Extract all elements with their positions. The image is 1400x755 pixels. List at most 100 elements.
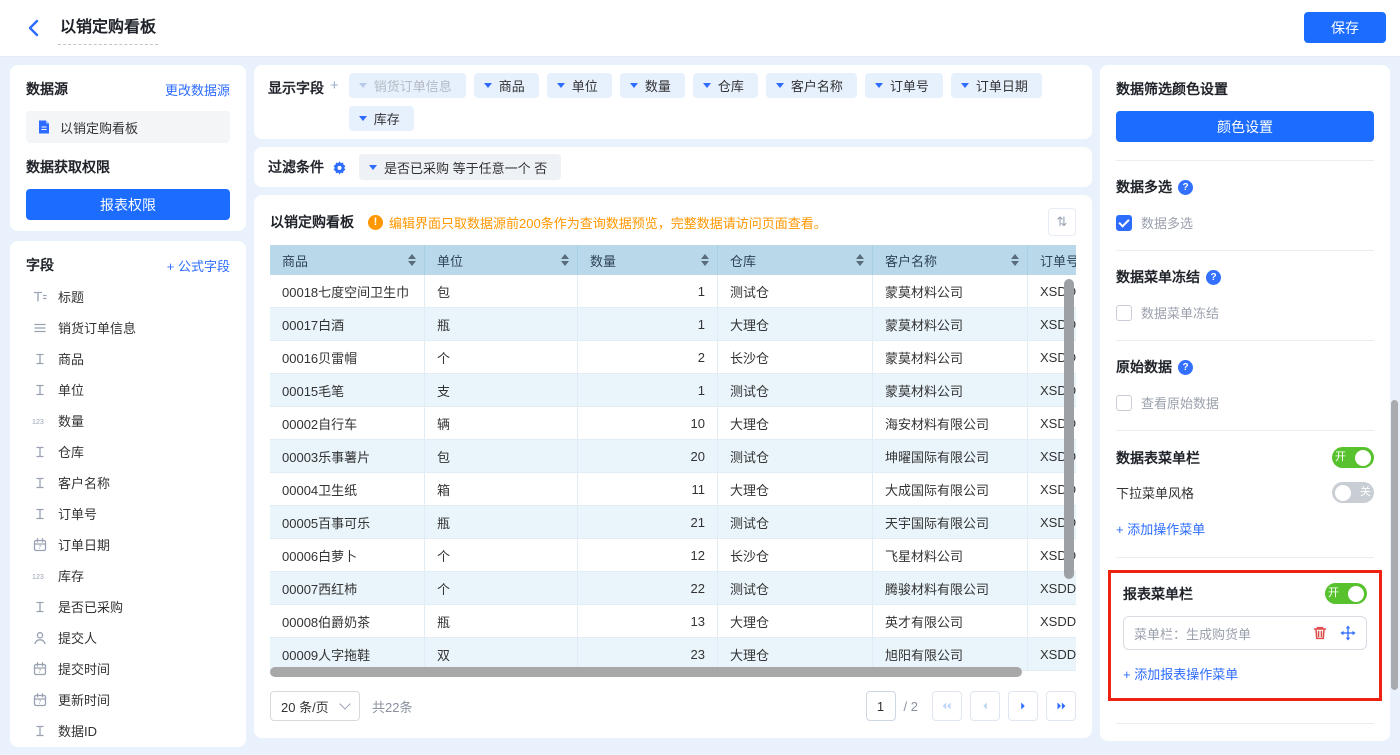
column-header[interactable]: 单位: [425, 245, 578, 275]
display-field-chip[interactable]: 销货订单信息: [349, 73, 466, 98]
next-page-button[interactable]: [1008, 691, 1038, 721]
field-item[interactable]: 123库存: [26, 560, 230, 591]
checkbox-checked-icon[interactable]: [1116, 215, 1132, 231]
left-sidebar: 数据源 更改数据源 以销定购看板 数据获取权限 报表权限 字段 + 公式字段 标…: [10, 65, 246, 747]
table-row[interactable]: 00008伯爵奶茶瓶13大理仓英才有限公司XSDD20: [270, 605, 1076, 638]
prev-page-button[interactable]: [970, 691, 1000, 721]
table-row[interactable]: 00016贝雷帽个2长沙仓蒙莫材料公司XSDD20: [270, 341, 1076, 374]
dropdown-style-toggle-off[interactable]: 关: [1332, 482, 1374, 503]
table-row[interactable]: 00005百事可乐瓶21测试仓天宇国际有限公司XSDD20: [270, 506, 1076, 539]
display-field-chip[interactable]: 仓库: [693, 73, 758, 98]
help-icon[interactable]: [1178, 360, 1193, 375]
sort-icon[interactable]: [856, 254, 864, 266]
column-header[interactable]: 客户名称: [873, 245, 1028, 275]
raw-data-checkbox-row[interactable]: 查看原始数据: [1116, 393, 1374, 412]
color-settings-button[interactable]: 颜色设置: [1116, 111, 1374, 142]
display-field-chip[interactable]: 订单日期: [951, 73, 1042, 98]
save-button[interactable]: 保存: [1304, 12, 1386, 43]
display-field-chip[interactable]: 订单号: [865, 73, 943, 98]
current-page-input[interactable]: 1: [866, 691, 896, 721]
menu-freeze-checkbox-row[interactable]: 数据菜单冻结: [1116, 303, 1374, 322]
checkbox-unchecked-icon[interactable]: [1116, 305, 1132, 321]
table-menu-toggle-on[interactable]: 开: [1332, 447, 1374, 468]
report-menu-toggle-on[interactable]: 开: [1325, 583, 1367, 604]
filter-chip-label: 是否已采购 等于任意一个 否: [384, 158, 547, 177]
formula-field-link[interactable]: + 公式字段: [167, 256, 230, 275]
multi-select-checkbox-row[interactable]: 数据多选: [1116, 213, 1374, 232]
change-datasource-link[interactable]: 更改数据源: [165, 80, 230, 99]
color-settings-title-text: 数据筛选颜色设置: [1116, 79, 1228, 99]
add-action-menu-link[interactable]: + 添加操作菜单: [1116, 519, 1205, 538]
checkbox-unchecked-icon[interactable]: [1116, 395, 1132, 411]
back-icon[interactable]: [24, 18, 44, 38]
report-permission-button[interactable]: 报表权限: [26, 189, 230, 220]
sort-icon[interactable]: [1011, 254, 1019, 266]
column-header[interactable]: 数量: [578, 245, 718, 275]
field-item[interactable]: 单位: [26, 374, 230, 405]
table-row[interactable]: 00017白酒瓶1大理仓蒙莫材料公司XSDD20: [270, 308, 1076, 341]
field-item[interactable]: 销货订单信息: [26, 312, 230, 343]
page-size-select[interactable]: 20 条/页: [270, 691, 360, 721]
field-item[interactable]: 标题: [26, 281, 230, 312]
table-row[interactable]: 00006白萝卜个12长沙仓飞星材料公司XSDD20: [270, 539, 1076, 572]
field-item[interactable]: 是否已采购: [26, 591, 230, 622]
filter-condition-chip[interactable]: 是否已采购 等于任意一个 否: [359, 154, 561, 180]
help-icon[interactable]: [1206, 270, 1221, 285]
field-item[interactable]: 7更新时间: [26, 684, 230, 715]
table-header-row: 商品单位数量仓库客户名称订单号: [270, 245, 1076, 275]
field-item[interactable]: 7订单日期: [26, 529, 230, 560]
sort-icon[interactable]: [561, 254, 569, 266]
table-cell: 蒙莫材料公司: [873, 374, 1028, 406]
field-item[interactable]: 仓库: [26, 436, 230, 467]
multi-select-title: 数据多选: [1116, 177, 1374, 197]
table-cell: 坤曜国际有限公司: [873, 440, 1028, 472]
table-horizontal-scrollbar[interactable]: [270, 667, 1022, 677]
table-row[interactable]: 00002自行车辆10大理仓海安材料有限公司XSDD20: [270, 407, 1076, 440]
gear-icon[interactable]: [332, 160, 347, 175]
trash-icon[interactable]: [1312, 625, 1328, 641]
move-icon[interactable]: [1340, 625, 1356, 641]
field-item[interactable]: 商品: [26, 343, 230, 374]
number-icon: 123: [32, 568, 48, 584]
page-scrollbar[interactable]: [1391, 400, 1398, 690]
field-item[interactable]: 123数量: [26, 405, 230, 436]
table-row[interactable]: 00007西红柿个22测试仓腾骏材料有限公司XSDD20: [270, 572, 1076, 605]
table-cell: 大理仓: [718, 407, 873, 439]
table-cell: 测试仓: [718, 572, 873, 604]
display-field-chip[interactable]: 客户名称: [766, 73, 857, 98]
field-label: 提交时间: [58, 659, 110, 678]
sort-order-icon[interactable]: ⇅: [1048, 208, 1076, 236]
field-item[interactable]: 7提交时间: [26, 653, 230, 684]
table-row[interactable]: 00003乐事薯片包20测试仓坤曜国际有限公司XSDD20: [270, 440, 1076, 473]
field-list: 标题销货订单信息商品单位123数量仓库客户名称订单号7订单日期123库存是否已采…: [26, 281, 230, 746]
last-page-button[interactable]: [1046, 691, 1076, 721]
table-row[interactable]: 00018七度空间卫生巾包1测试仓蒙莫材料公司XSDD20: [270, 275, 1076, 308]
first-page-button[interactable]: [932, 691, 962, 721]
column-header[interactable]: 订单号: [1028, 245, 1076, 275]
table-vertical-scrollbar[interactable]: [1064, 279, 1074, 579]
display-field-chip[interactable]: 数量: [620, 73, 685, 98]
column-header[interactable]: 商品: [270, 245, 425, 275]
table-cell: 10: [578, 407, 718, 439]
sort-icon[interactable]: [408, 254, 416, 266]
report-menu-title: 报表菜单栏: [1123, 584, 1193, 604]
column-header[interactable]: 仓库: [718, 245, 873, 275]
date-icon: 7: [32, 537, 48, 553]
datasource-item[interactable]: 以销定购看板: [26, 111, 230, 143]
report-menu-item[interactable]: 菜单栏：生成购货单: [1123, 616, 1367, 650]
display-field-chip[interactable]: 库存: [349, 106, 414, 131]
table-row[interactable]: 00015毛笔支1测试仓蒙莫材料公司XSDD20: [270, 374, 1076, 407]
help-icon[interactable]: [1178, 180, 1193, 195]
field-item[interactable]: 提交人: [26, 622, 230, 653]
table-cell: 蒙莫材料公司: [873, 341, 1028, 373]
sort-icon[interactable]: [701, 254, 709, 266]
field-item[interactable]: 客户名称: [26, 467, 230, 498]
add-display-field-icon[interactable]: +: [330, 73, 339, 94]
display-field-chip[interactable]: 单位: [547, 73, 612, 98]
add-report-action-menu-link[interactable]: + 添加报表操作菜单: [1123, 664, 1238, 683]
page-title: 以销定购看板: [58, 11, 158, 45]
field-item[interactable]: 订单号: [26, 498, 230, 529]
table-row[interactable]: 00004卫生纸箱11大理仓大成国际有限公司XSDD20: [270, 473, 1076, 506]
field-item[interactable]: 数据ID: [26, 715, 230, 746]
display-field-chip[interactable]: 商品: [474, 73, 539, 98]
